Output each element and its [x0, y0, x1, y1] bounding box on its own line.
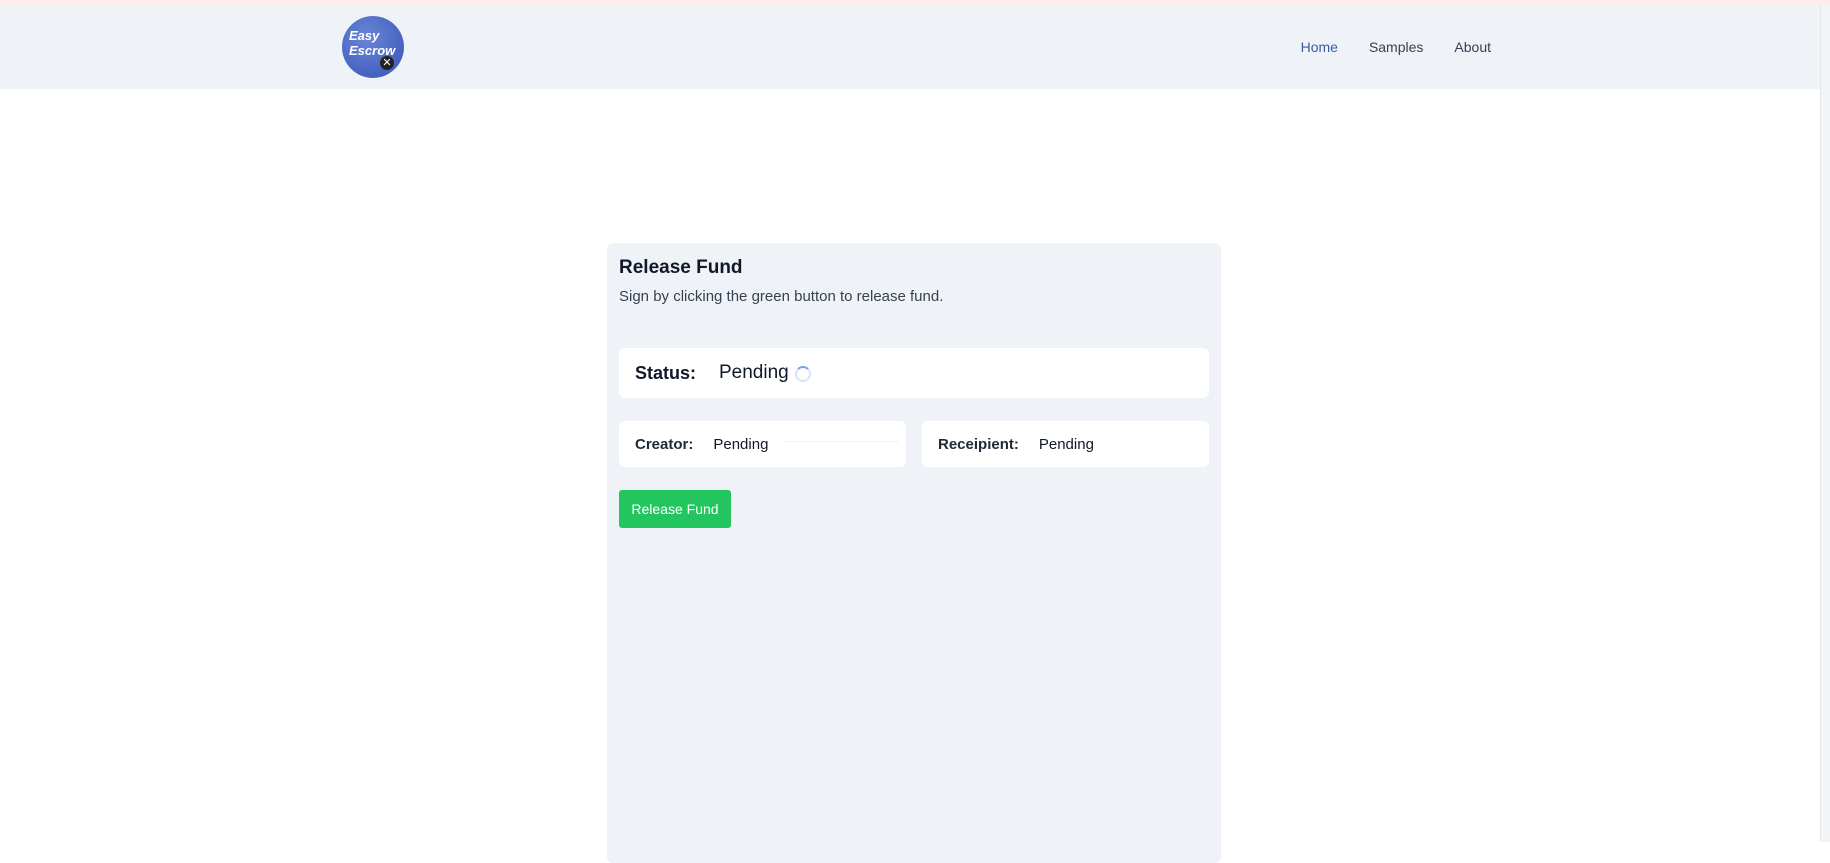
release-fund-button[interactable]: Release Fund [619, 490, 731, 528]
navbar: Easy Escrow ✕ Home Samples About [0, 5, 1830, 89]
loading-spinner-icon [794, 366, 811, 382]
creator-value: Pending [713, 435, 769, 453]
party-status-row: Creator: Pending Receipient: Pending [619, 421, 1209, 467]
recipient-label: Receipient: [938, 435, 1019, 453]
recipient-status-box: Receipient: Pending [922, 421, 1209, 467]
card-subtitle: Sign by clicking the green button to rel… [619, 288, 944, 305]
easy-escrow-logo[interactable]: Easy Escrow ✕ [342, 16, 404, 78]
creator-divider [784, 441, 899, 442]
logo-text-line2: Escrow [349, 43, 396, 58]
recipient-value: Pending [1038, 435, 1094, 453]
status-box: Status: Pending [619, 348, 1209, 398]
nav-link-about[interactable]: About [1454, 39, 1491, 55]
card-title: Release Fund [619, 257, 743, 278]
status-value: Pending [719, 362, 789, 383]
logo-text-line1: Easy [349, 28, 380, 43]
release-fund-card: Release Fund Sign by clicking the green … [607, 243, 1221, 863]
creator-status-box: Creator: Pending [619, 421, 906, 467]
nav-link-home[interactable]: Home [1301, 39, 1338, 55]
page-scrollbar[interactable] [1820, 5, 1830, 842]
creator-label: Creator: [635, 435, 694, 453]
nav-links: Home Samples About [1301, 39, 1491, 55]
close-badge-icon[interactable]: ✕ [380, 56, 394, 70]
nav-link-samples[interactable]: Samples [1369, 39, 1423, 55]
status-label: Status: [635, 362, 697, 383]
